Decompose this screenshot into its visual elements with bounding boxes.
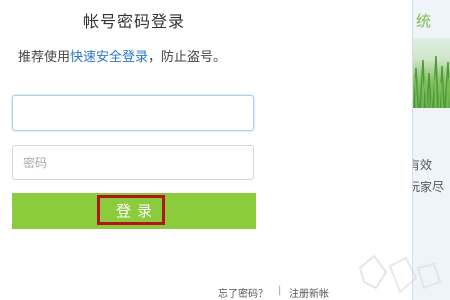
- login-highlight-box: [97, 195, 165, 225]
- login-title: 帐号密码登录: [82, 12, 185, 31]
- forgot-password-link[interactable]: 忘了密码？: [218, 285, 268, 300]
- side-promo-panel: 统 有效 玩家尽: [412, 0, 450, 300]
- side-panel-grass-image: [412, 38, 450, 108]
- subtitle-suffix: ，防止盗号。: [148, 50, 227, 65]
- side-panel-title: 统: [416, 12, 432, 30]
- account-input[interactable]: [13, 96, 253, 130]
- quick-secure-login-link[interactable]: 快速安全登录: [70, 50, 148, 65]
- password-input[interactable]: [13, 146, 253, 179]
- footer-separator: |: [278, 285, 282, 296]
- account-field[interactable]: [12, 95, 254, 131]
- register-link[interactable]: 注册新帐: [289, 285, 329, 300]
- panel-divider: [412, 0, 413, 300]
- password-field[interactable]: [12, 145, 254, 180]
- login-button[interactable]: 登录: [12, 193, 256, 229]
- login-subtitle: 推荐使用快速安全登录，防止盗号。: [18, 46, 226, 65]
- subtitle-prefix: 推荐使用: [18, 50, 71, 65]
- side-panel-text-line1: 有效: [412, 158, 433, 172]
- side-panel-text-line2: 玩家尽: [412, 180, 445, 194]
